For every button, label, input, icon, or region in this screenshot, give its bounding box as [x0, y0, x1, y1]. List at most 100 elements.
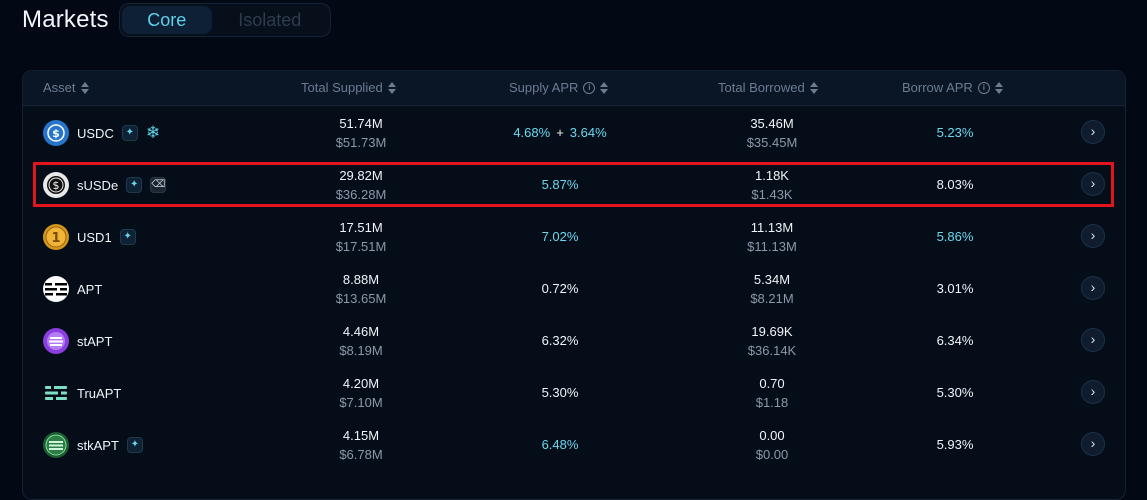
total-borrowed-cell: 11.13M $11.13M	[712, 211, 832, 263]
sparkle-icon: ✦	[121, 125, 138, 141]
asset-cell: stkAPT ✦	[43, 419, 143, 471]
column-borrow-apr[interactable]: Borrow APR i	[902, 71, 1003, 105]
column-total-borrowed[interactable]: Total Borrowed	[718, 71, 818, 105]
tab-isolated[interactable]: Isolated	[212, 6, 328, 34]
table-row[interactable]: stkAPT ✦ 4.15M $6.78M 6.48% 0.00 $0.00 5…	[23, 419, 1125, 471]
page-title: Markets	[22, 6, 109, 33]
total-borrowed-cell: 19.69K $36.14K	[712, 315, 832, 367]
borrowed-usd: $35.45M	[746, 135, 798, 150]
borrow-apr-value: 6.34%	[936, 333, 974, 348]
borrowed-usd: $1.18	[755, 395, 789, 410]
usdc-icon: $	[43, 120, 69, 146]
supplied-amount: 8.88M	[342, 272, 380, 287]
asset-name: TruAPT	[77, 385, 122, 401]
borrowed-usd: $8.21M	[750, 291, 794, 306]
chevron-right-icon[interactable]: ›	[1081, 380, 1105, 404]
total-borrowed-cell: 1.18K $1.43K	[712, 159, 832, 211]
supplied-usd: $36.28M	[335, 187, 387, 202]
table-row[interactable]: TruAPT 4.20M $7.10M 5.30% 0.70 $1.18 5.3…	[23, 367, 1125, 419]
borrow-apr-value: 5.86%	[936, 229, 974, 244]
borrowed-amount: 35.46M	[750, 116, 794, 131]
asset-cell: stAPT	[43, 315, 112, 367]
sparkle-icon: ✦	[126, 177, 143, 193]
asset-cell: TruAPT	[43, 367, 121, 419]
column-supply-apr-label: Supply APR	[509, 80, 579, 95]
sort-icon	[600, 82, 609, 94]
supplied-usd: $51.73M	[335, 135, 387, 150]
asset-cell: $ USDC ✦ ❄	[43, 107, 160, 159]
markets-table: Asset Total Supplied Supply APR i Total …	[22, 70, 1126, 500]
supplied-usd: $17.51M	[335, 239, 387, 254]
supply-apr-value: 5.30%	[541, 385, 579, 400]
supplied-usd: $6.78M	[339, 447, 383, 462]
sparkle-icon: ✦	[119, 229, 136, 245]
svg-text:$: $	[52, 127, 60, 140]
asset-name: USDC	[77, 125, 114, 141]
truapt-icon	[43, 380, 69, 406]
total-borrowed-cell: 35.46M $35.45M	[712, 107, 832, 159]
borrowed-amount: 1.18K	[755, 168, 789, 183]
supply-apr-bonus: 3.64%	[569, 125, 607, 140]
asset-name: sUSDe	[77, 177, 119, 193]
sort-icon	[387, 82, 396, 94]
supplied-amount: 4.46M	[342, 324, 380, 339]
supply-apr-value: 7.02%	[541, 229, 579, 244]
table-header: Asset Total Supplied Supply APR i Total …	[23, 71, 1125, 106]
borrowed-amount: 0.70	[759, 376, 785, 391]
supplied-usd: $8.19M	[339, 343, 383, 358]
column-asset[interactable]: Asset	[43, 71, 89, 105]
supply-apr-value: 6.32%	[541, 333, 579, 348]
asset-cell: 1 USD1 ✦	[43, 211, 136, 263]
total-supplied-cell: 51.74M $51.73M	[301, 107, 421, 159]
column-total-supplied-label: Total Supplied	[301, 80, 383, 95]
column-total-supplied[interactable]: Total Supplied	[301, 71, 396, 105]
chevron-right-icon[interactable]: ›	[1081, 172, 1105, 196]
supplied-amount: 4.15M	[342, 428, 380, 443]
table-row[interactable]: $ sUSDe ✦ ⌫ 29.82M $36.28M 5.87% 1.18K $…	[23, 159, 1125, 211]
table-row[interactable]: APT 8.88M $13.65M 0.72% 5.34M $8.21M 3.0…	[23, 263, 1125, 315]
plus-sign: +	[556, 125, 564, 140]
apt-icon	[43, 276, 69, 302]
asset-name: USD1	[77, 229, 112, 245]
table-row[interactable]: $ USDC ✦ ❄ 51.74M $51.73M 4.68% +3.64% 35…	[23, 107, 1125, 159]
chevron-right-icon[interactable]: ›	[1081, 432, 1105, 456]
supplied-amount: 4.20M	[342, 376, 380, 391]
total-borrowed-cell: 0.00 $0.00	[712, 419, 832, 471]
sort-icon	[809, 82, 818, 94]
asset-cell: APT	[43, 263, 102, 315]
chevron-right-icon[interactable]: ›	[1081, 224, 1105, 248]
table-row[interactable]: 1 USD1 ✦ 17.51M $17.51M 7.02% 11.13M $11…	[23, 211, 1125, 263]
borrowed-amount: 0.00	[759, 428, 785, 443]
asset-cell: $ sUSDe ✦ ⌫	[43, 159, 167, 211]
column-supply-apr[interactable]: Supply APR i	[509, 71, 609, 105]
svg-text:1: 1	[51, 231, 60, 246]
borrowed-amount: 19.69K	[751, 324, 793, 339]
supply-apr-value: 0.72%	[541, 281, 579, 296]
supply-apr-value: 5.87%	[541, 177, 579, 192]
info-icon[interactable]: i	[977, 82, 990, 94]
stkapt-icon	[43, 432, 69, 458]
borrow-apr-value: 5.30%	[936, 385, 974, 400]
supply-apr-value: 4.68%	[513, 125, 551, 140]
info-icon[interactable]: i	[583, 82, 596, 94]
borrowed-usd: $1.43K	[751, 187, 793, 202]
borrowed-usd: $0.00	[755, 447, 789, 462]
borrowed-usd: $11.13M	[747, 239, 797, 254]
sparkle-icon: ✦	[126, 437, 143, 453]
chevron-right-icon[interactable]: ›	[1081, 328, 1105, 352]
asset-name: stkAPT	[77, 437, 119, 453]
total-supplied-cell: 4.15M $6.78M	[301, 419, 421, 471]
sort-icon	[80, 82, 89, 94]
chevron-right-icon[interactable]: ›	[1081, 120, 1105, 144]
supplied-amount: 51.74M	[339, 116, 383, 131]
borrowed-amount: 5.34M	[753, 272, 791, 287]
supplied-amount: 29.82M	[339, 168, 383, 183]
asset-name: APT	[77, 281, 103, 297]
borrow-apr-value: 5.93%	[936, 437, 974, 452]
borrow-apr-value: 3.01%	[936, 281, 974, 296]
borrowed-amount: 11.13M	[750, 220, 794, 235]
table-row[interactable]: stAPT 4.46M $8.19M 6.32% 19.69K $36.14K …	[23, 315, 1125, 367]
chevron-right-icon[interactable]: ›	[1081, 276, 1105, 300]
total-supplied-cell: 4.46M $8.19M	[301, 315, 421, 367]
tab-core[interactable]: Core	[121, 6, 212, 34]
